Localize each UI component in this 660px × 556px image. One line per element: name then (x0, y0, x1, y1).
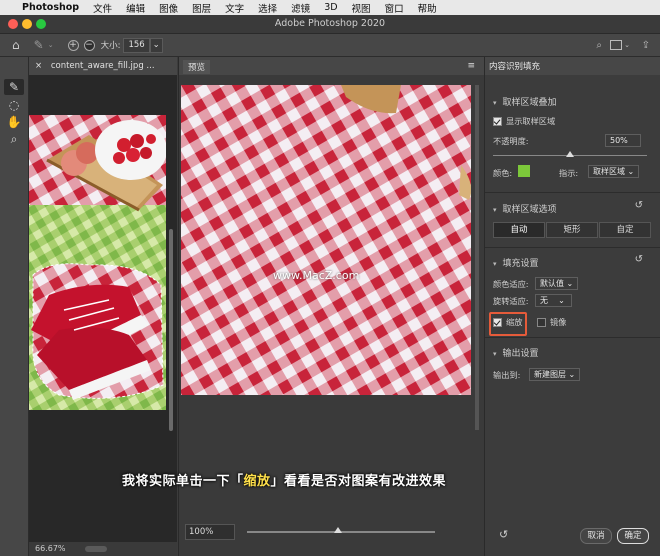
workspace-chevron-icon[interactable]: ⌄ (624, 41, 630, 49)
document-scrollbar[interactable] (169, 229, 173, 431)
sampling-brush-tool-icon[interactable]: ✎ (4, 79, 24, 95)
output-to-dropdown[interactable]: 新建图层 ⌄ (529, 368, 581, 381)
color-adaptation-label: 颜色适应: (493, 279, 529, 289)
preview-tab[interactable]: 预览 (183, 60, 211, 74)
menu-help[interactable]: 帮助 (418, 1, 437, 15)
tools-panel: ✎ ◌ ✋ ⌕ (0, 57, 29, 556)
menu-window[interactable]: 窗口 (385, 1, 404, 15)
strawberry-bowl-graphic (95, 120, 166, 180)
menu-3d[interactable]: 3D (324, 2, 337, 13)
chevron-down-icon: ▾ (493, 260, 497, 268)
output-to-label: 输出到: (493, 370, 521, 380)
menu-layer[interactable]: 图层 (192, 1, 211, 15)
color-label: 颜色: (493, 168, 513, 178)
indicates-dropdown[interactable]: 取样区域 ⌄ (588, 165, 640, 178)
panel-tab-bar: 内容识别填充 (485, 57, 660, 75)
watermark-text: www.MacZ.com (273, 269, 360, 282)
add-to-selection-icon[interactable]: + (67, 39, 79, 51)
document-canvas[interactable] (29, 115, 166, 410)
hand-tool-icon[interactable]: ✋ (4, 114, 24, 130)
panel-footer: ↺ 取消 确定 (485, 522, 660, 556)
home-icon[interactable]: ⌂ (12, 38, 20, 52)
preview-canvas[interactable]: www.MacZ.com (181, 85, 471, 395)
options-bar: ⌂ ✎ ⌄ + − 大小: 156 ⌄ ⌕ ⌄ ⇪ (0, 34, 660, 57)
caption-text-after: 」看看是否对图案有改进效果 (270, 474, 447, 489)
zoom-tool-icon[interactable]: ⌕ (4, 131, 24, 147)
menu-type[interactable]: 文字 (225, 1, 244, 15)
rotation-adaptation-dropdown[interactable]: 无 ⌄ (535, 294, 572, 307)
ok-button[interactable]: 确定 (617, 528, 649, 544)
chevron-down-icon: ▾ (493, 350, 497, 358)
mirror-checkbox[interactable] (537, 318, 546, 327)
lasso-tool-icon[interactable]: ◌ (4, 97, 24, 113)
sampling-options-header[interactable]: ▾ 取样区域选项 (493, 202, 557, 215)
brush-preset-icon[interactable]: ✎ (34, 38, 44, 52)
menu-bar: Photoshop 文件 编辑 图像 图层 文字 选择 滤镜 3D 视图 窗口 … (0, 0, 660, 15)
sampling-auto-button[interactable]: 自动 (493, 222, 545, 238)
show-sampling-area-row[interactable]: 显示取样区域 (493, 115, 555, 127)
overlay-color-swatch[interactable] (518, 165, 530, 177)
content-aware-fill-panel: 内容识别填充 ▾ 取样区域叠加 显示取样区域 不透明度: 50% 颜色: 指示: … (484, 57, 660, 556)
output-settings-header[interactable]: ▾ 输出设置 (493, 346, 539, 359)
menu-edit[interactable]: 编辑 (126, 1, 145, 15)
mirror-label: 镜像 (550, 317, 567, 327)
scale-highlight-box (489, 312, 527, 336)
preview-tab-bar: 预览 ≡ (179, 57, 484, 75)
window-title: Adobe Photoshop 2020 (274, 18, 386, 29)
sampling-overlay-header[interactable]: ▾ 取样区域叠加 (493, 95, 557, 108)
section-divider (485, 247, 660, 248)
rotation-adaptation-label: 旋转适应: (493, 296, 529, 306)
menu-app-name[interactable]: Photoshop (22, 2, 79, 13)
size-label: 大小: (100, 41, 121, 51)
opacity-input[interactable]: 50% (605, 134, 641, 147)
menu-image[interactable]: 图像 (159, 1, 178, 15)
document-status-bar: 66.67% (29, 542, 177, 556)
zoom-status: 66.67% (35, 544, 66, 553)
show-sampling-checkbox[interactable] (493, 117, 502, 126)
caption-text-before: 我将实际单击一下「 (122, 474, 244, 489)
document-tab-name: content_aware_fill.jpg ... (50, 61, 155, 71)
panel-title: 内容识别填充 (489, 62, 541, 72)
status-scroll-thumb[interactable] (85, 546, 107, 552)
menu-select[interactable]: 选择 (258, 1, 277, 15)
preview-scrollbar[interactable] (475, 85, 479, 430)
chevron-down-icon: ▾ (493, 99, 497, 107)
section-divider (485, 192, 660, 193)
mirror-option[interactable]: 镜像 (537, 316, 566, 328)
reset-icon[interactable]: ↺ (635, 200, 643, 211)
indicates-label: 指示: (559, 168, 579, 178)
window-titlebar: Adobe Photoshop 2020 (0, 15, 660, 34)
panel-menu-icon[interactable]: ≡ (462, 60, 480, 72)
size-input[interactable]: 156 (123, 37, 150, 53)
fill-settings-header[interactable]: ▾ 填充设置 (493, 256, 539, 269)
opacity-label: 不透明度: (493, 136, 529, 146)
opacity-slider-thumb[interactable] (566, 151, 574, 157)
sampling-rectangle-button[interactable]: 矩形 (546, 222, 598, 238)
menu-filter[interactable]: 滤镜 (291, 1, 310, 15)
size-dropdown-icon[interactable]: ⌄ (149, 37, 163, 53)
close-tab-icon[interactable]: × (35, 61, 42, 71)
search-icon[interactable]: ⌕ (596, 40, 602, 51)
chevron-down-icon: ▾ (493, 206, 497, 214)
document-tab[interactable]: × content_aware_fill.jpg ... (29, 57, 177, 75)
sampling-custom-button[interactable]: 自定 (599, 222, 651, 238)
reset-all-icon[interactable]: ↺ (499, 528, 508, 541)
section-divider (485, 337, 660, 338)
color-adaptation-dropdown[interactable]: 默认值 ⌄ (535, 277, 579, 290)
sampling-mode-segmented: 自动 矩形 自定 (493, 222, 653, 238)
reset-icon[interactable]: ↺ (635, 254, 643, 265)
subtitle-caption: 我将实际单击一下「缩放」看看是否对图案有改进效果 (116, 471, 452, 493)
menu-view[interactable]: 视图 (352, 1, 371, 15)
subtract-from-selection-icon[interactable]: − (83, 39, 95, 51)
menu-file[interactable]: 文件 (93, 1, 112, 15)
preview-zoom-slider-thumb[interactable] (334, 527, 342, 533)
caption-highlight: 缩放 (243, 474, 271, 489)
share-icon[interactable]: ⇪ (642, 40, 650, 51)
chevron-down-icon[interactable]: ⌄ (48, 41, 54, 49)
preview-zoom-input[interactable]: 100% (185, 524, 235, 540)
cancel-button[interactable]: 取消 (580, 528, 612, 544)
preview-zoom-control: 100% (185, 524, 475, 540)
workspace-icon[interactable] (610, 40, 622, 50)
